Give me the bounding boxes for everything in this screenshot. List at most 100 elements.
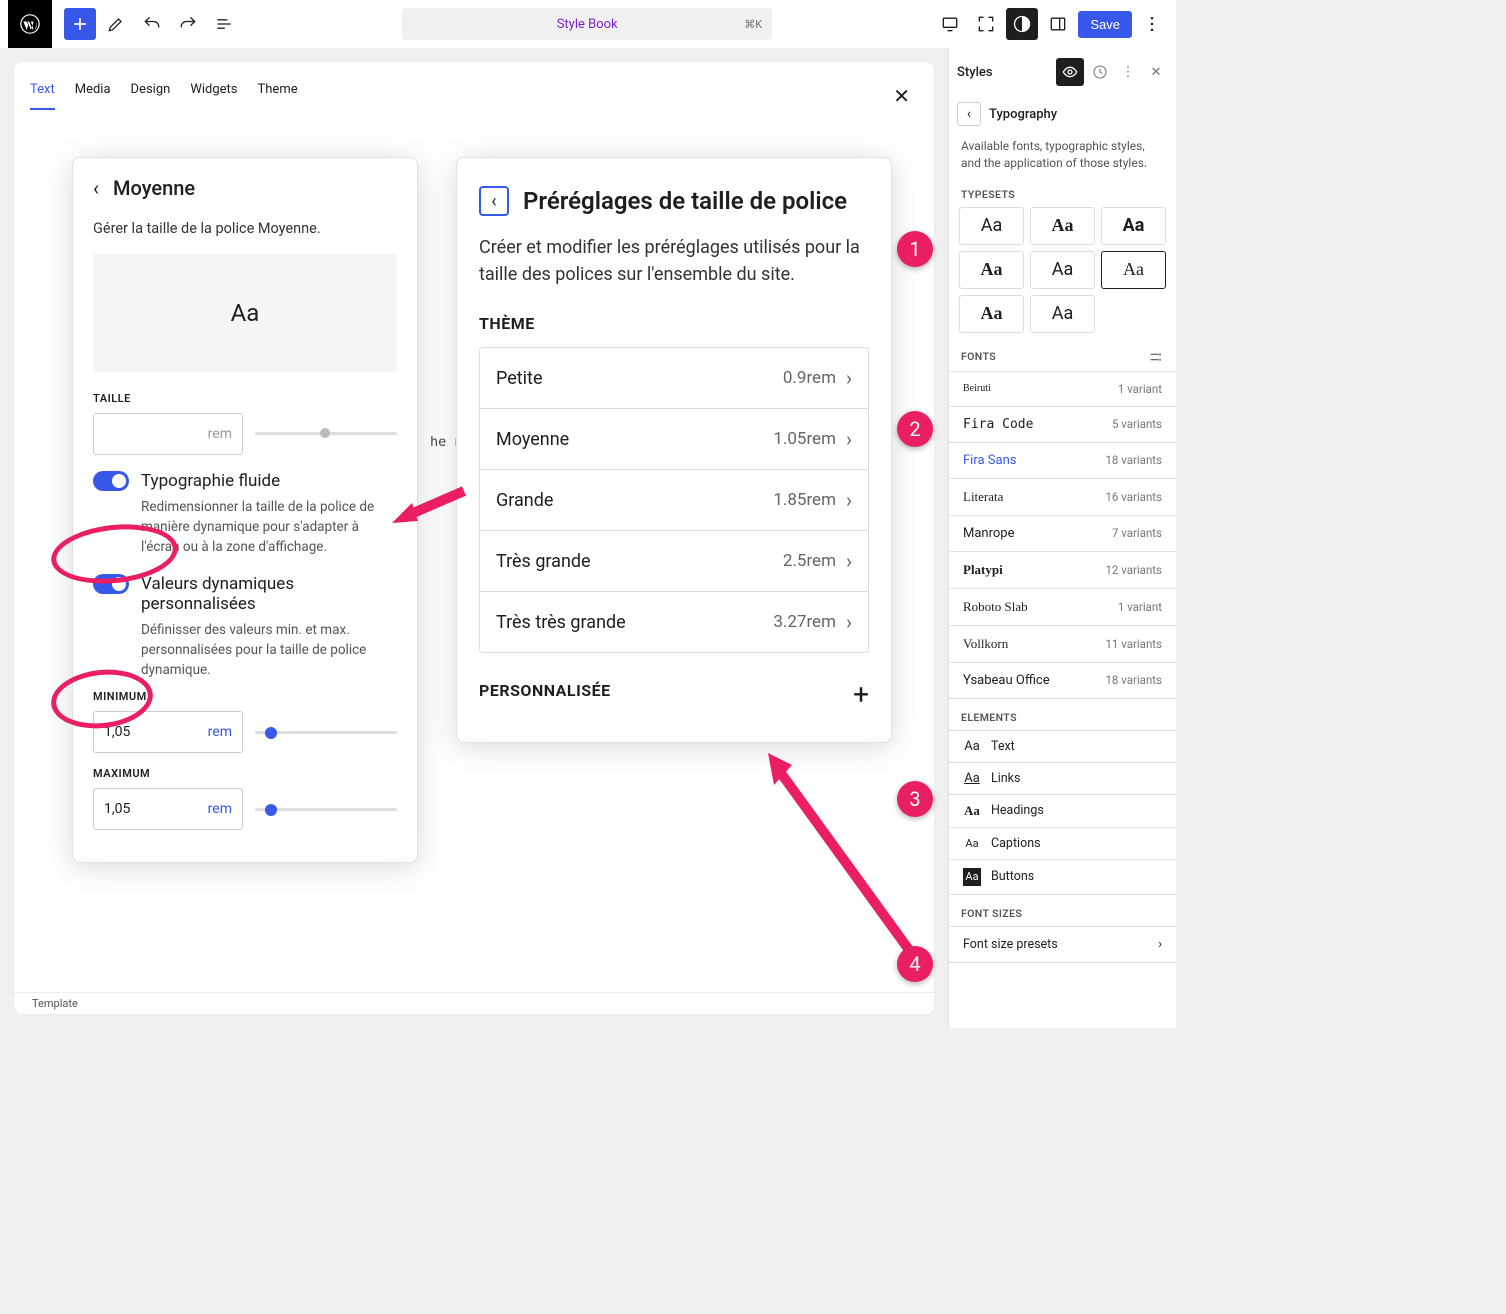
more-icon[interactable]: ⋮ bbox=[1116, 60, 1140, 84]
editor-canvas: Text Media Design Widgets Theme ✕ he n r… bbox=[14, 62, 934, 1014]
fullscreen-button[interactable] bbox=[970, 8, 1002, 40]
preset-petite[interactable]: Petite0.9rem› bbox=[480, 348, 868, 409]
top-toolbar: Style Book ⌘K Save bbox=[0, 0, 1176, 48]
font-beiruti[interactable]: Beiruti1 variant bbox=[949, 372, 1176, 407]
settings-icon[interactable] bbox=[1148, 349, 1164, 365]
element-links[interactable]: AaLinks bbox=[949, 763, 1176, 795]
annotation-badge-4: 4 bbox=[897, 946, 933, 982]
font-literata[interactable]: Literata16 variants bbox=[949, 479, 1176, 516]
theme-presets-list: Petite0.9rem› Moyenne1.05rem› Grande1.85… bbox=[479, 347, 869, 653]
device-preview-button[interactable] bbox=[934, 8, 966, 40]
maximum-input[interactable]: 1,05rem bbox=[93, 788, 243, 830]
element-headings[interactable]: AaHeadings bbox=[949, 795, 1176, 828]
typeset-8[interactable]: Aa bbox=[1030, 295, 1095, 333]
tab-widgets[interactable]: Widgets bbox=[190, 82, 237, 110]
kbd-shortcut: ⌘K bbox=[744, 18, 762, 31]
element-text[interactable]: AaText bbox=[949, 731, 1176, 763]
typeset-4[interactable]: Aa bbox=[959, 251, 1024, 289]
tab-design[interactable]: Design bbox=[131, 82, 171, 110]
elements-section-label: ELEMENTS bbox=[949, 699, 1176, 730]
sidebar-header: Styles ⋮ ✕ bbox=[949, 48, 1176, 96]
options-button[interactable] bbox=[1136, 8, 1168, 40]
typeset-6[interactable]: Aa bbox=[1101, 251, 1166, 289]
chevron-right-icon: › bbox=[846, 427, 852, 451]
style-book-tabs: Text Media Design Widgets Theme ✕ bbox=[14, 70, 934, 120]
font-ysabeau[interactable]: Ysabeau Office18 variants bbox=[949, 663, 1176, 699]
taille-slider[interactable] bbox=[255, 432, 397, 435]
sidebar-toggle-button[interactable] bbox=[1042, 8, 1074, 40]
element-captions[interactable]: AaCaptions bbox=[949, 828, 1176, 860]
minimum-slider[interactable] bbox=[255, 731, 397, 734]
typesets-section-label: TYPESETS bbox=[949, 182, 1176, 207]
revisions-icon[interactable] bbox=[1088, 60, 1112, 84]
back-button[interactable]: ‹ bbox=[479, 186, 509, 216]
redo-button[interactable] bbox=[172, 8, 204, 40]
element-buttons[interactable]: AaButtons bbox=[949, 860, 1176, 895]
main-area: Text Media Design Widgets Theme ✕ he n r… bbox=[0, 48, 1176, 1028]
contrast-button[interactable] bbox=[1006, 8, 1038, 40]
typeset-2[interactable]: Aa bbox=[1030, 207, 1095, 245]
font-fira-code[interactable]: Fira Code5 variants bbox=[949, 407, 1176, 443]
elements-list: AaText AaLinks AaHeadings AaCaptions AaB… bbox=[949, 730, 1176, 895]
typeset-1[interactable]: Aa bbox=[959, 207, 1024, 245]
taille-label: TAILLE bbox=[93, 392, 397, 405]
annotation-badge-2: 2 bbox=[897, 411, 933, 447]
undo-button[interactable] bbox=[136, 8, 168, 40]
add-block-button[interactable] bbox=[64, 8, 96, 40]
chevron-right-icon: › bbox=[1158, 937, 1162, 952]
preset-tres-grande[interactable]: Très grande2.5rem› bbox=[480, 531, 868, 592]
fontsizes-section-label: FONT SIZES bbox=[949, 895, 1176, 926]
typeset-7[interactable]: Aa bbox=[959, 295, 1024, 333]
custom-values-toggle[interactable] bbox=[93, 574, 129, 594]
custom-values-label: Valeurs dynamiques personnalisées bbox=[141, 574, 397, 614]
fonts-section-label: FONTS bbox=[949, 343, 1176, 371]
close-stylebook-button[interactable]: ✕ bbox=[885, 82, 918, 110]
font-manrope[interactable]: Manrope7 variants bbox=[949, 516, 1176, 552]
fluid-typo-toggle[interactable] bbox=[93, 471, 129, 491]
font-preview: Aa bbox=[93, 254, 397, 372]
typeset-3[interactable]: Aa bbox=[1101, 207, 1166, 245]
annotation-badge-3: 3 bbox=[897, 781, 933, 817]
command-center-label: Style Book bbox=[557, 17, 618, 32]
canvas-area: Text Media Design Widgets Theme ✕ he n r… bbox=[0, 48, 948, 1028]
sidebar-typo-title: Typography bbox=[989, 107, 1057, 122]
close-sidebar-icon[interactable]: ✕ bbox=[1144, 60, 1168, 84]
add-custom-preset-button[interactable]: + bbox=[853, 678, 869, 711]
minimum-input[interactable]: 1,05rem bbox=[93, 711, 243, 753]
presets-title: Préréglages de taille de police bbox=[523, 187, 847, 215]
chevron-right-icon: › bbox=[846, 549, 852, 573]
preset-tres-tres-grande[interactable]: Très très grande3.27rem› bbox=[480, 592, 868, 652]
theme-section-label: THÈME bbox=[479, 314, 869, 333]
font-roboto-slab[interactable]: Roboto Slab1 variant bbox=[949, 589, 1176, 626]
minimum-label: MINIMUM bbox=[93, 690, 397, 703]
save-button[interactable]: Save bbox=[1078, 11, 1132, 38]
preset-grande[interactable]: Grande1.85rem› bbox=[480, 470, 868, 531]
sidebar-back-button[interactable]: ‹ bbox=[957, 102, 981, 126]
maximum-label: MAXIMUM bbox=[93, 767, 397, 780]
edit-icon[interactable] bbox=[100, 8, 132, 40]
font-fira-sans[interactable]: Fira Sans18 variants bbox=[949, 443, 1176, 479]
typeset-5[interactable]: Aa bbox=[1030, 251, 1095, 289]
tab-media[interactable]: Media bbox=[75, 82, 111, 110]
chevron-right-icon: › bbox=[846, 488, 852, 512]
wordpress-logo[interactable] bbox=[8, 0, 52, 48]
font-vollkorn[interactable]: Vollkorn11 variants bbox=[949, 626, 1176, 663]
annotation-badge-1: 1 bbox=[897, 231, 933, 267]
font-size-presets-panel: ‹ Préréglages de taille de police Créer … bbox=[456, 157, 892, 743]
back-icon[interactable]: ‹ bbox=[93, 176, 99, 200]
command-center-button[interactable]: Style Book ⌘K bbox=[402, 8, 772, 40]
fonts-list: Beiruti1 variant Fira Code5 variants Fir… bbox=[949, 371, 1176, 699]
sidebar-desc: Available fonts, typographic styles, and… bbox=[949, 132, 1176, 182]
tab-text[interactable]: Text bbox=[30, 82, 55, 110]
maximum-slider[interactable] bbox=[255, 808, 397, 811]
list-view-button[interactable] bbox=[208, 8, 240, 40]
footer-breadcrumb: Template bbox=[14, 992, 934, 1014]
tab-theme[interactable]: Theme bbox=[258, 82, 298, 110]
typesets-grid: Aa Aa Aa Aa Aa Aa Aa Aa bbox=[949, 207, 1176, 343]
font-size-presets-row[interactable]: Font size presets › bbox=[949, 926, 1176, 963]
eye-icon[interactable] bbox=[1056, 58, 1084, 86]
font-platypi[interactable]: Platypi12 variants bbox=[949, 552, 1176, 589]
preset-moyenne[interactable]: Moyenne1.05rem› bbox=[480, 409, 868, 470]
panel-desc-moyenne: Gérer la taille de la police Moyenne. bbox=[93, 218, 397, 240]
taille-input[interactable]: rem bbox=[93, 413, 243, 455]
